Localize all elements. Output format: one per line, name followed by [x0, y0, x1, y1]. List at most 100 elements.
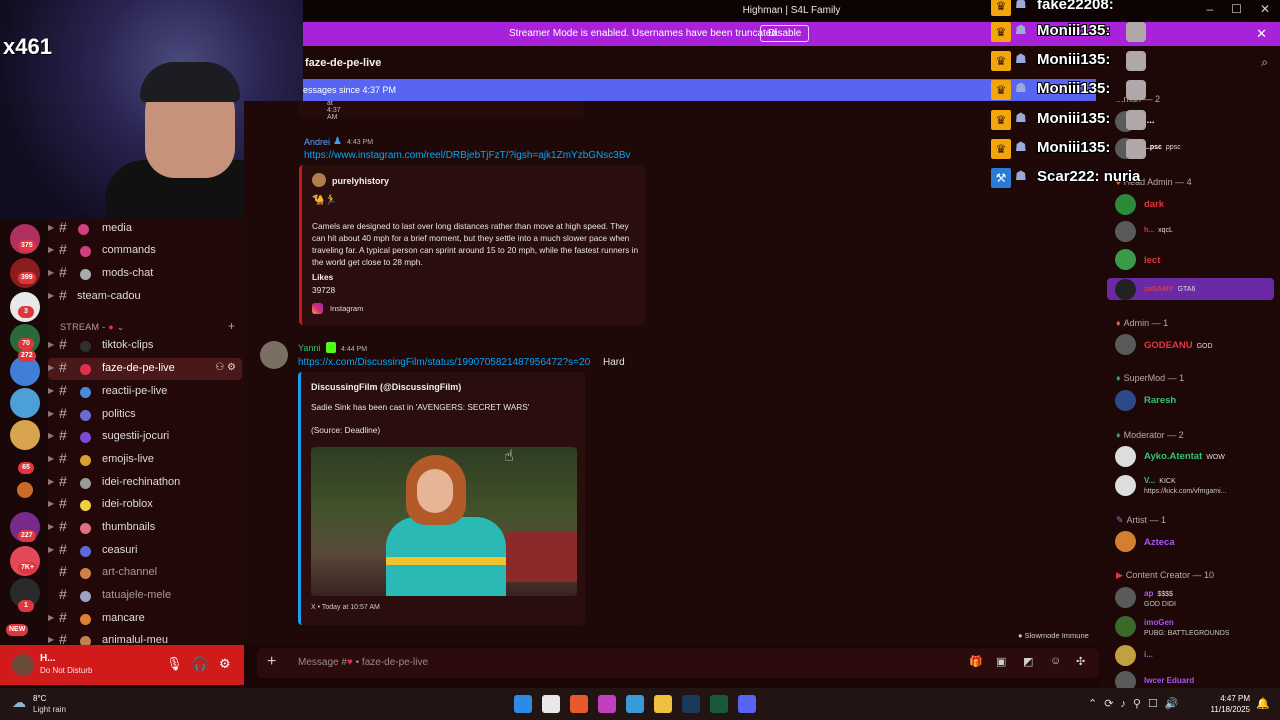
- microphone-icon[interactable]: 🎙: [166, 656, 183, 672]
- file-explorer-icon[interactable]: [654, 695, 672, 713]
- channel-item[interactable]: ▶ # politics: [48, 404, 242, 426]
- channel-item[interactable]: # tatuajele-mele: [48, 585, 242, 607]
- headphones-icon[interactable]: 🎧: [192, 656, 208, 672]
- avatar[interactable]: [1115, 279, 1136, 300]
- task-view-icon[interactable]: [542, 695, 560, 713]
- role-icon: ♦: [1116, 318, 1121, 328]
- avatar[interactable]: [1115, 645, 1136, 666]
- member-name[interactable]: V... KICK: [1144, 476, 1176, 485]
- member-name[interactable]: ...psc ppsc: [1144, 144, 1181, 151]
- avatar[interactable]: [1115, 390, 1136, 411]
- app-icon[interactable]: [710, 695, 728, 713]
- expand-caret-icon: ▶: [48, 499, 55, 508]
- add-channel-icon[interactable]: +: [228, 319, 235, 333]
- member-name[interactable]: Ayko.Atentat WOW: [1144, 451, 1225, 462]
- channel-item[interactable]: ▶ # reactii-pe-live: [48, 381, 242, 403]
- avatar[interactable]: [1115, 587, 1136, 608]
- channel-item[interactable]: ▶ # mods-chat: [48, 263, 242, 285]
- member-name[interactable]: lect: [1144, 255, 1160, 266]
- server-icon[interactable]: [17, 482, 33, 498]
- message-author[interactable]: Andrei: [304, 137, 330, 147]
- server-icon[interactable]: [10, 388, 40, 418]
- member-name[interactable]: ap $$$$: [1144, 589, 1173, 598]
- crown-icon: ♛: [991, 80, 1011, 100]
- message-author[interactable]: Yanni: [298, 343, 320, 353]
- channel-emoji-icon: [80, 246, 91, 257]
- channel-item[interactable]: ▶ # steam-cadou: [48, 286, 242, 308]
- invite-icon[interactable]: ⚇: [215, 362, 224, 373]
- channel-item[interactable]: ▶ # media: [48, 218, 242, 240]
- start-icon[interactable]: [514, 695, 532, 713]
- channel-item[interactable]: ▶ # commands: [48, 240, 242, 262]
- channel-label: media: [102, 222, 132, 234]
- member-name[interactable]: dark: [1144, 199, 1164, 210]
- app-icon[interactable]: [626, 695, 644, 713]
- gift-icon[interactable]: 🎁: [969, 655, 983, 668]
- server-icon[interactable]: [10, 420, 40, 450]
- steam-icon[interactable]: [682, 695, 700, 713]
- notification-icon[interactable]: 🔔: [1256, 697, 1270, 710]
- category-header[interactable]: STREAM - ● ⌄: [60, 322, 125, 333]
- avatar[interactable]: [1115, 221, 1136, 242]
- embed-image[interactable]: [311, 447, 577, 596]
- avatar[interactable]: [1115, 616, 1136, 637]
- avatar[interactable]: [1115, 334, 1136, 355]
- channel-item[interactable]: ▶ # sugestii-jocuri: [48, 426, 242, 448]
- maximize-icon[interactable]: ☐: [1231, 2, 1242, 16]
- channel-item[interactable]: ▶ # mancare: [48, 608, 242, 630]
- avatar[interactable]: [12, 654, 34, 676]
- member-name[interactable]: h... xqcL: [1144, 227, 1173, 234]
- weather-icon[interactable]: ☁: [12, 694, 26, 711]
- avatar[interactable]: [1115, 671, 1136, 688]
- channel-item[interactable]: ▶ # thumbnails: [48, 517, 242, 539]
- member-name[interactable]: Iwcer Eduard: [1144, 676, 1194, 685]
- channel-item[interactable]: ▶ # idei-rechinathon: [48, 472, 242, 494]
- member-name[interactable]: l...: [1144, 115, 1159, 126]
- member-name-text: ...psc: [1144, 144, 1162, 151]
- channel-item-selected[interactable]: ▶ # faze-de-pe-live ⚇ ⚙: [48, 358, 242, 380]
- channel-item[interactable]: # art-channel: [48, 562, 242, 584]
- discord-icon[interactable]: [738, 695, 756, 713]
- member-name[interactable]: Azteca: [1144, 537, 1175, 548]
- channel-item[interactable]: ▶ # tiktok-clips: [48, 335, 242, 357]
- avatar[interactable]: [1115, 531, 1136, 552]
- channel-emoji-icon: [80, 568, 91, 579]
- gear-icon[interactable]: ⚙: [219, 656, 231, 672]
- avatar[interactable]: [1115, 446, 1136, 467]
- member-name[interactable]: imoGen: [1144, 618, 1174, 627]
- app-icon[interactable]: [598, 695, 616, 713]
- system-tray-icons[interactable]: ⌃⟳♪⚲☐🔊: [1088, 697, 1186, 710]
- embed-field-name: Likes: [312, 272, 334, 282]
- banner-close-icon[interactable]: ✕: [1256, 26, 1267, 42]
- message-link[interactable]: https://x.com/DiscussingFilm/status/1990…: [298, 357, 590, 368]
- search-icon[interactable]: ⌕: [1261, 55, 1268, 70]
- message-link[interactable]: https://www.instagram.com/reel/DRBjebTjF…: [304, 150, 631, 161]
- add-attachment-icon[interactable]: +: [267, 653, 276, 671]
- gif-icon[interactable]: ▣: [996, 655, 1006, 668]
- avatar[interactable]: [1115, 249, 1136, 270]
- channel-item[interactable]: ▶ # emojis-live: [48, 449, 242, 471]
- message-composer[interactable]: + Message #♥ • faze-de-pe-live 🎁 ▣ ◩ ☺ ✣: [257, 648, 1099, 678]
- member-name[interactable]: GODEANU GOD: [1144, 340, 1213, 351]
- new-messages-bar[interactable]: essages since 4:37 PM: [303, 79, 1096, 101]
- channel-item[interactable]: ▶ # idei-roblox: [48, 494, 242, 516]
- close-icon[interactable]: ✕: [1260, 2, 1270, 16]
- gear-icon[interactable]: ⚙: [227, 362, 236, 373]
- channel-item[interactable]: ▶ # ceasuri: [48, 540, 242, 562]
- sticker-icon[interactable]: ◩: [1023, 655, 1033, 668]
- avatar[interactable]: [1115, 194, 1136, 215]
- embed-author[interactable]: purelyhistory: [332, 176, 389, 186]
- disable-streamer-mode-button[interactable]: Disable: [760, 25, 810, 42]
- avatar[interactable]: [1115, 475, 1136, 496]
- minimize-icon[interactable]: –: [1206, 2, 1213, 16]
- member-name[interactable]: i...: [1144, 650, 1153, 659]
- apps-icon[interactable]: ✣: [1076, 655, 1085, 668]
- brave-browser-icon[interactable]: [570, 695, 588, 713]
- avatar[interactable]: [260, 341, 288, 369]
- bot-icon: ☗: [1015, 22, 1027, 37]
- member-name[interactable]: zaSAMY GTA6: [1144, 284, 1195, 293]
- role-label: Admin — 1: [1123, 318, 1169, 328]
- member-name[interactable]: Raresh: [1144, 395, 1176, 406]
- emoji-icon[interactable]: ☺: [1050, 655, 1061, 667]
- embed-title[interactable]: DiscussingFilm (@DiscussingFilm): [311, 382, 461, 392]
